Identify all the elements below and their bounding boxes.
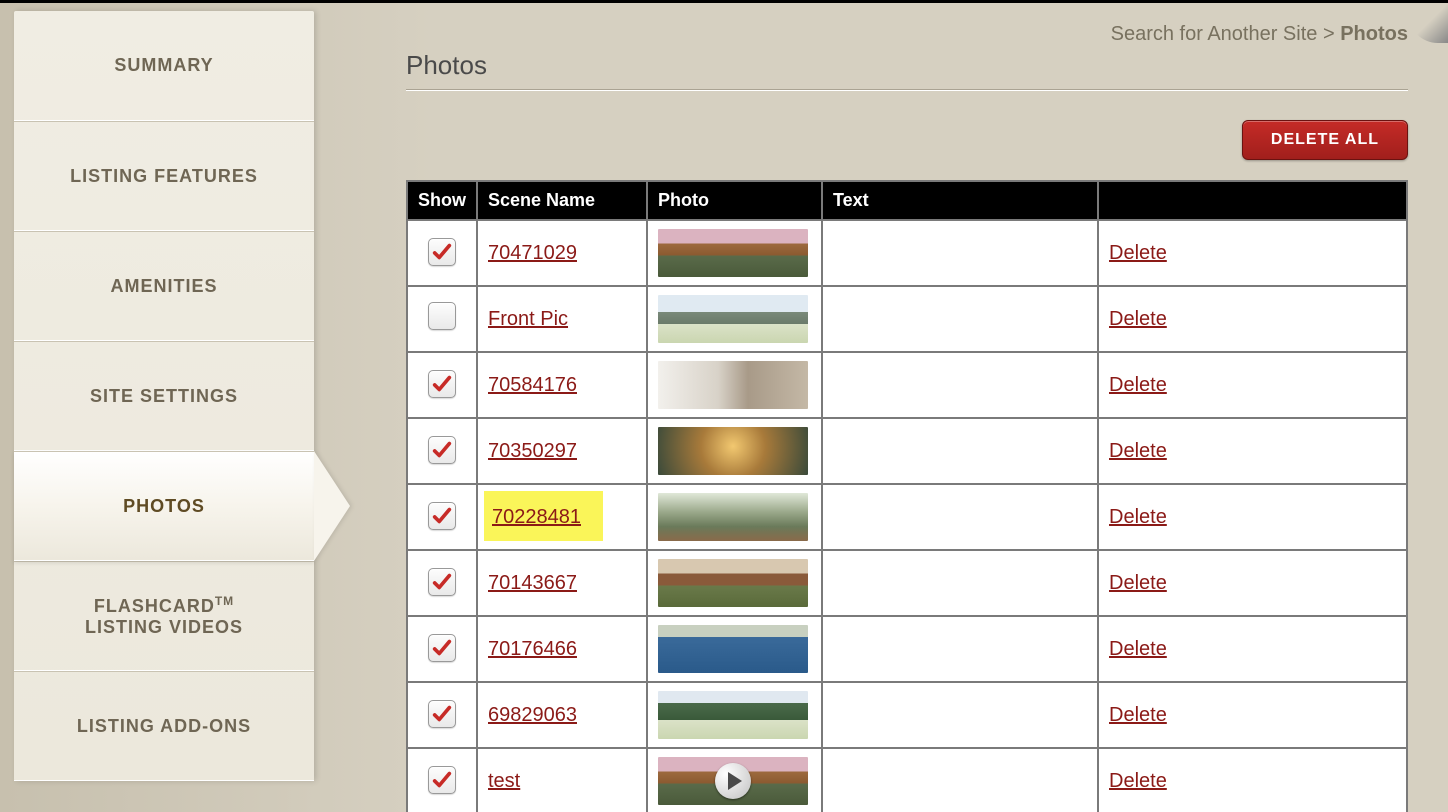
text-cell [822,418,1098,484]
table-row: 69829063 Delete [407,682,1407,748]
table-row: 70471029 Delete [407,220,1407,286]
show-checkbox[interactable] [428,634,456,662]
breadcrumb-link-search[interactable]: Search for Another Site [1111,23,1318,45]
sidebar-item-label: LISTING FEATURES [70,166,258,187]
table-row: test Delete [407,748,1407,812]
photo-thumbnail[interactable] [658,295,808,343]
text-cell [822,748,1098,812]
scene-name-link[interactable]: Front Pic [488,308,568,330]
scene-name-link[interactable]: test [488,770,520,792]
table-row: 70350297 Delete [407,418,1407,484]
text-cell [822,220,1098,286]
checkmark-icon [431,439,453,461]
photo-thumbnail[interactable] [658,229,808,277]
delete-link[interactable]: Delete [1109,440,1167,462]
th-show: Show [407,181,477,220]
delete-all-button[interactable]: DELETE ALL [1242,120,1408,160]
th-photo: Photo [647,181,822,220]
scene-name-link[interactable]: 69829063 [488,704,577,726]
delete-link[interactable]: Delete [1109,374,1167,396]
text-cell [822,484,1098,550]
breadcrumb-current: Photos [1340,23,1408,45]
text-cell [822,352,1098,418]
sidebar-nav: SUMMARY LISTING FEATURES AMENITIES SITE … [14,11,314,781]
play-icon [715,763,751,799]
delete-link[interactable]: Delete [1109,572,1167,594]
th-scene-name: Scene Name [477,181,647,220]
sidebar-item-summary[interactable]: SUMMARY [14,11,314,121]
sidebar-item-label: PHOTOS [123,496,205,517]
sidebar-item-label: FLASHCARDTM LISTING VIDEOS [85,594,243,638]
photo-thumbnail[interactable] [658,493,808,541]
sidebar-item-site-settings[interactable]: SITE SETTINGS [14,341,314,451]
delete-link[interactable]: Delete [1109,704,1167,726]
sidebar-item-label: SITE SETTINGS [90,386,238,407]
th-text: Text [822,181,1098,220]
sidebar-item-label: LISTING ADD-ONS [77,716,251,737]
breadcrumb: Search for Another Site > Photos [406,23,1408,46]
sidebar-item-label: SUMMARY [114,55,213,76]
sidebar-item-listing-addons[interactable]: LISTING ADD-ONS [14,671,314,781]
delete-link[interactable]: Delete [1109,770,1167,792]
show-checkbox[interactable] [428,238,456,266]
scene-name-link[interactable]: 70471029 [488,242,577,264]
photo-thumbnail[interactable] [658,625,808,673]
scene-name-link[interactable]: 70176466 [488,638,577,660]
checkmark-icon [431,505,453,527]
sidebar-item-amenities[interactable]: AMENITIES [14,231,314,341]
scene-name-link[interactable]: 70350297 [488,440,577,462]
text-cell [822,682,1098,748]
photo-thumbnail[interactable] [658,757,808,805]
checkmark-icon [431,373,453,395]
photos-table: Show Scene Name Photo Text 70471029 Delet… [406,180,1408,812]
text-cell [822,550,1098,616]
table-row: Front Pic Delete [407,286,1407,352]
highlight-box: 70228481 [484,491,603,541]
table-row: 70176466 Delete [407,616,1407,682]
th-actions [1098,181,1407,220]
show-checkbox[interactable] [428,766,456,794]
scene-name-link[interactable]: 70228481 [492,506,581,528]
show-checkbox[interactable] [428,370,456,398]
checkmark-icon [431,637,453,659]
text-cell [822,286,1098,352]
show-checkbox[interactable] [428,302,456,330]
checkmark-icon [431,769,453,791]
show-checkbox[interactable] [428,700,456,728]
delete-link[interactable]: Delete [1109,242,1167,264]
show-checkbox[interactable] [428,568,456,596]
checkmark-icon [431,703,453,725]
photo-thumbnail[interactable] [658,691,808,739]
photo-thumbnail[interactable] [658,559,808,607]
sidebar-item-flashcard-videos[interactable]: FLASHCARDTM LISTING VIDEOS [14,561,314,671]
show-checkbox[interactable] [428,502,456,530]
sidebar-item-label: AMENITIES [110,276,217,297]
photo-thumbnail[interactable] [658,427,808,475]
breadcrumb-separator: > [1323,23,1335,45]
show-checkbox[interactable] [428,436,456,464]
table-row: 70584176 Delete [407,352,1407,418]
checkmark-icon [431,241,453,263]
scene-name-link[interactable]: 70584176 [488,374,577,396]
table-row: 70143667 Delete [407,550,1407,616]
photo-thumbnail[interactable] [658,361,808,409]
delete-link[interactable]: Delete [1109,638,1167,660]
scene-name-link[interactable]: 70143667 [488,572,577,594]
text-cell [822,616,1098,682]
sidebar-item-listing-features[interactable]: LISTING FEATURES [14,121,314,231]
page-title: Photos [406,50,1408,90]
checkmark-icon [431,571,453,593]
table-row: 70228481 Delete [407,484,1407,550]
delete-link[interactable]: Delete [1109,506,1167,528]
sidebar-item-photos[interactable]: PHOTOS [14,451,314,561]
delete-link[interactable]: Delete [1109,308,1167,330]
